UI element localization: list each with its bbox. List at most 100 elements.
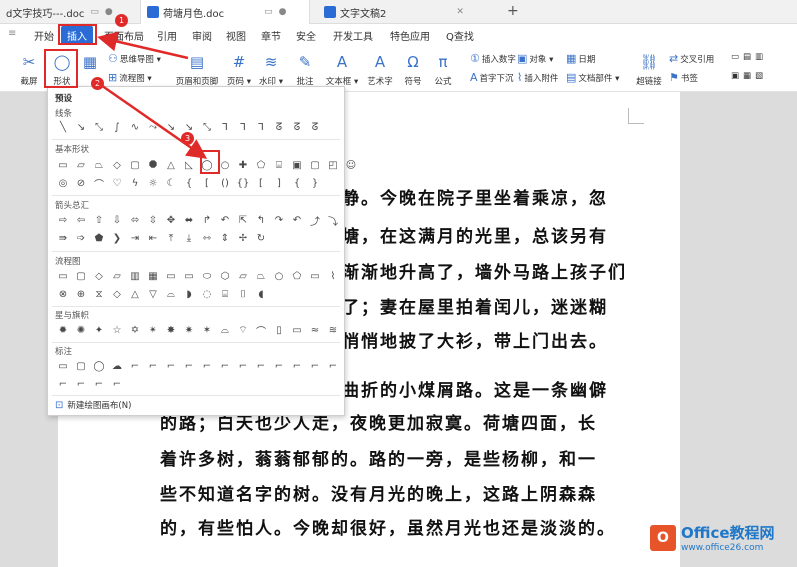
doc-tab-3[interactable]: 文字文稿2 ✕	[318, 0, 498, 24]
curve-connector-icon[interactable]: ᘔ	[290, 121, 304, 133]
dot-icon[interactable]: ●	[105, 7, 113, 17]
date-button[interactable]: ▦ 日期	[566, 52, 595, 65]
up-arrow-icon[interactable]: ⇧	[92, 214, 106, 226]
quad-arrow-icon[interactable]: ✥	[164, 214, 178, 226]
new-tab-button[interactable]: +	[507, 3, 519, 19]
menu-special[interactable]: 特色应用	[390, 28, 430, 43]
double-brace-icon[interactable]: {}	[236, 177, 250, 189]
menu-security[interactable]: 安全	[296, 28, 316, 43]
curved-ribbon-icon[interactable]: ⌒	[254, 324, 268, 338]
lightning-icon[interactable]: ϟ	[128, 177, 142, 189]
down-arrow-icon[interactable]: ⇩	[110, 214, 124, 226]
menu-review[interactable]: 审阅	[192, 28, 212, 43]
line-callout2-icon[interactable]: ⌐	[146, 360, 160, 372]
left-up-arrow-icon[interactable]: ⇱	[236, 214, 250, 226]
preparation-icon[interactable]: ⬡	[218, 270, 232, 282]
display-icon[interactable]: ◖	[254, 288, 268, 300]
formula-button[interactable]: π 公式	[430, 52, 456, 87]
curve-icon[interactable]: ∫	[110, 121, 124, 133]
smiley-icon[interactable]: ☺	[344, 159, 358, 171]
screenshot-button[interactable]: ✂ 截屏	[14, 52, 44, 87]
collate-icon[interactable]: ⧖	[92, 288, 106, 300]
trapezoid-icon[interactable]: ⏢	[92, 159, 106, 171]
hyperlink-button[interactable]: ⛓ 超链接	[633, 52, 665, 87]
document-icon[interactable]: ▭	[164, 270, 178, 282]
connector-icon[interactable]: ○	[272, 270, 286, 282]
stored-data-icon[interactable]: ⌓	[164, 288, 178, 300]
border-callout3-icon[interactable]: ⌐	[236, 360, 250, 372]
header-footer-button[interactable]: ▤ 页眉和页脚	[172, 52, 222, 87]
scroll-v-icon[interactable]: ▯	[272, 324, 286, 336]
border-callout-icon[interactable]: ⌐	[200, 360, 214, 372]
double-bracket-icon[interactable]: ()	[218, 177, 232, 189]
accent-callout2-icon[interactable]: ⌐	[290, 360, 304, 372]
star24-icon[interactable]: ✷	[182, 324, 196, 336]
close-icon[interactable]: ✕	[456, 7, 464, 17]
mindmap-button[interactable]: ⚇ 思维导图 ▾	[108, 52, 161, 65]
accent-callout3-icon[interactable]: ⌐	[308, 360, 322, 372]
circle-icon[interactable]: ○	[218, 159, 232, 171]
up-down-arrow-icon[interactable]: ⇳	[146, 214, 160, 226]
cross-icon[interactable]: ✚	[236, 159, 250, 171]
parallelogram-icon[interactable]: ▱	[74, 159, 88, 171]
z-connector-icon[interactable]: Ꞁ	[254, 121, 268, 133]
decision-icon[interactable]: ◇	[92, 270, 106, 282]
notched-arrow-icon[interactable]: ➩	[74, 232, 88, 244]
explosion-icon[interactable]: ✹	[56, 324, 70, 336]
folded-corner-icon[interactable]: ◰	[326, 159, 340, 171]
ribbon-down-icon[interactable]: ⌔	[236, 324, 250, 336]
chart-button[interactable]: ▦	[80, 52, 100, 75]
object-button[interactable]: ▣ 对象 ▾	[517, 52, 553, 65]
curved-right-arrow-icon[interactable]: ↷	[272, 214, 286, 226]
sort-icon[interactable]: ◇	[110, 288, 124, 300]
accent-callout4-icon[interactable]: ⌐	[326, 360, 340, 372]
can-icon[interactable]: ⌸	[272, 159, 286, 171]
z-connector-icon[interactable]: Ꞁ	[218, 121, 232, 133]
striped-arrow-icon[interactable]: ⇛	[56, 232, 70, 244]
sequential-storage-icon[interactable]: ◌	[200, 288, 214, 300]
dropcap-button[interactable]: A 首字下沉	[470, 71, 514, 84]
curved-up-arrow-icon[interactable]: ⤴	[308, 214, 322, 228]
quad-callout-arrow-icon[interactable]: ✢	[236, 232, 250, 244]
crossref-button[interactable]: ⇄ 交叉引用	[669, 52, 714, 65]
tri-arrow-icon[interactable]: ⬌	[182, 214, 196, 226]
no-symbol-icon[interactable]: ⊘	[74, 177, 88, 189]
cloud-callout-icon[interactable]: ☁	[110, 360, 124, 372]
doc-parts-button[interactable]: ▤ 文档部件 ▾	[566, 71, 619, 84]
scribble-icon[interactable]: ⤳	[146, 121, 160, 133]
view-buttons[interactable]: ▣▦▧	[731, 71, 767, 81]
textbox-button[interactable]: A 文本框 ▾	[324, 52, 360, 87]
left-callout-arrow-icon[interactable]: ⇤	[146, 232, 160, 244]
menu-start[interactable]: 开始	[34, 28, 54, 43]
star16-icon[interactable]: ✸	[164, 324, 178, 336]
elbow-connector-icon[interactable]: ↘	[164, 121, 178, 133]
right-brace-icon[interactable]: }	[308, 177, 322, 189]
merge-icon[interactable]: ▽	[146, 288, 160, 300]
star6-icon[interactable]: ✡	[128, 324, 142, 336]
explosion2-icon[interactable]: ✺	[74, 324, 88, 336]
extract-icon[interactable]: △	[128, 288, 142, 300]
menu-developer[interactable]: 开发工具	[333, 28, 373, 43]
rectangle-icon[interactable]: ▭	[56, 159, 70, 171]
moon-icon[interactable]: ☾	[164, 177, 178, 189]
z-connector-icon[interactable]: Ꞁ	[236, 121, 250, 133]
data-icon[interactable]: ▱	[110, 270, 124, 282]
right-arrow-icon[interactable]: ⇨	[56, 214, 70, 226]
page-number-button[interactable]: # 页码 ▾	[224, 52, 254, 87]
new-canvas-button[interactable]: ⊡ 新建绘图画布(N)	[55, 399, 131, 412]
insert-number-button[interactable]: ① 插入数字	[470, 52, 516, 65]
right-bracket-icon[interactable]: ]	[272, 177, 286, 189]
symbol-button[interactable]: Ω 符号	[400, 52, 426, 87]
curved-left-arrow-icon[interactable]: ↶	[290, 214, 304, 226]
border-callout4-icon[interactable]: ⌐	[254, 360, 268, 372]
manual-input-icon[interactable]: ▱	[236, 270, 250, 282]
double-wave-icon[interactable]: ≋	[326, 324, 340, 336]
menu-page-layout[interactable]: 页面布局	[104, 28, 144, 43]
dot-icon[interactable]: ●	[279, 7, 287, 17]
freeform-icon[interactable]: ∿	[128, 121, 142, 133]
curve-connector-icon[interactable]: ᘔ	[308, 121, 322, 133]
triangle-icon[interactable]: △	[164, 159, 178, 171]
lr-callout-arrow-icon[interactable]: ⇿	[200, 232, 214, 244]
circular-arrow-icon[interactable]: ↻	[254, 232, 268, 244]
diamond-icon[interactable]: ◇	[110, 159, 124, 171]
